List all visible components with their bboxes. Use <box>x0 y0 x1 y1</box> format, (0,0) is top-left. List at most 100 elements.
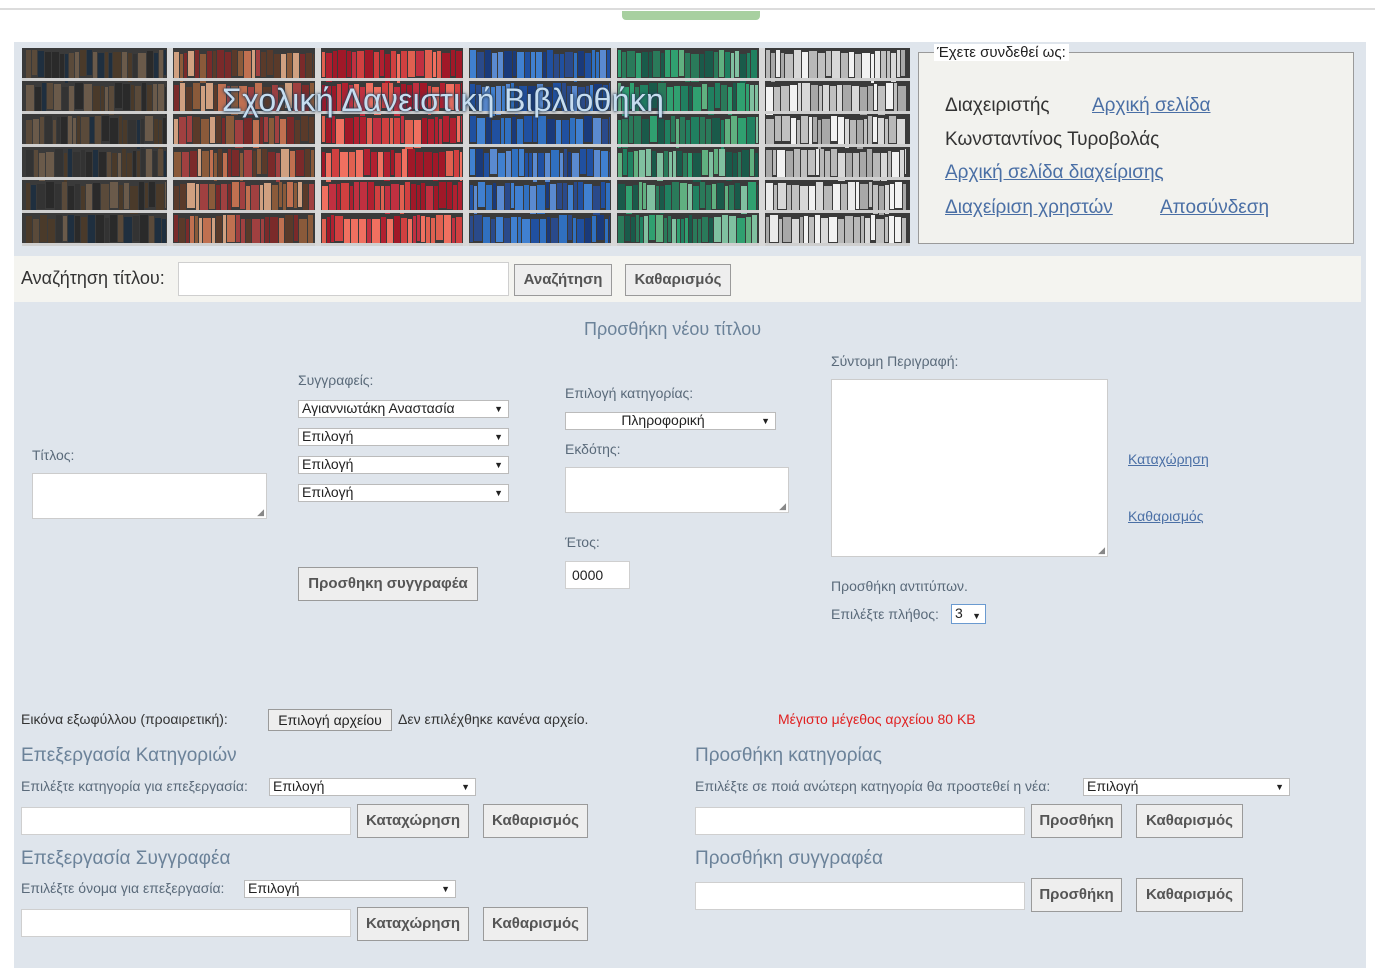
title-textarea[interactable]: ◢ <box>32 473 267 519</box>
resize-grip-icon: ◢ <box>1098 545 1105 555</box>
book-spine <box>187 183 195 208</box>
book-spine <box>90 117 94 143</box>
choose-file-button[interactable]: Επιλογή αρχείου <box>268 709 392 731</box>
book-spine <box>705 51 713 77</box>
edit-author-clear-button[interactable]: Καθαρισμός <box>483 907 588 941</box>
book-spine <box>853 153 859 180</box>
edit-author-select[interactable]: Επιλογή ▼ <box>244 880 456 898</box>
add-author-clear-button[interactable]: Καθαρισμός <box>1136 878 1243 912</box>
author-select-1[interactable]: Αγιαννιωτάκη Αναστασία ▼ <box>298 400 509 418</box>
book-spine <box>511 183 514 208</box>
book-spine <box>113 52 121 79</box>
book-spine <box>486 185 492 213</box>
book-spine <box>714 52 718 79</box>
book-spine <box>75 216 80 242</box>
copies-count-select[interactable]: 3 ▼ <box>951 604 986 624</box>
book-spine <box>188 51 194 76</box>
book-spine <box>562 120 569 145</box>
edit-author-input[interactable] <box>21 909 351 937</box>
book-spine <box>387 219 393 245</box>
user-management-link[interactable]: Διαχείριση χρηστών <box>945 197 1113 219</box>
new-author-input[interactable] <box>695 882 1025 910</box>
book-spine <box>40 117 44 146</box>
book-spine <box>293 53 299 78</box>
book-spine <box>147 51 153 79</box>
edit-category-submit-button[interactable]: Καταχώρηση <box>357 804 469 838</box>
author-select-value: Αγιαννιωτάκη Αναστασία <box>302 400 455 416</box>
book-spine <box>729 216 736 243</box>
search-input[interactable] <box>178 262 509 296</box>
book-spine <box>216 216 222 245</box>
book-spine <box>875 51 880 80</box>
clear-title-link[interactable]: Καθαρισμός <box>1128 508 1203 524</box>
book-spine <box>93 150 98 177</box>
book-spine <box>717 183 724 209</box>
search-button[interactable]: Αναζήτηση <box>514 264 612 296</box>
parent-category-select[interactable]: Επιλογή ▼ <box>1083 778 1290 796</box>
book-spine <box>854 217 860 246</box>
add-category-button[interactable]: Προσθήκη <box>1031 804 1122 838</box>
edit-category-input[interactable] <box>21 807 351 835</box>
book-spine <box>570 118 575 147</box>
book-spine <box>895 182 902 208</box>
book-spine <box>285 215 293 244</box>
year-input[interactable]: 0000 <box>565 561 630 589</box>
book-spine <box>525 153 528 178</box>
edit-category-clear-button[interactable]: Καθαρισμός <box>483 804 588 838</box>
book-spine <box>750 85 754 112</box>
book-spine <box>381 186 384 212</box>
add-author-button[interactable]: Προσθήκη <box>1031 878 1122 912</box>
book-spine <box>902 218 906 243</box>
book-spine <box>337 184 340 210</box>
book-spine <box>240 182 245 209</box>
book-spine <box>719 50 724 77</box>
author-select-2[interactable]: Επιλογή ▼ <box>298 428 509 446</box>
book-spine <box>444 215 451 244</box>
edit-author-submit-button[interactable]: Καταχώρηση <box>357 907 469 941</box>
book-spine <box>773 150 776 175</box>
add-category-clear-button[interactable]: Καθαρισμός <box>1136 804 1243 838</box>
book-spine <box>592 50 595 78</box>
book-spine <box>123 120 127 145</box>
book-spine <box>505 183 510 210</box>
home-link[interactable]: Αρχική σελίδα <box>1092 95 1211 117</box>
book-spine <box>774 185 777 210</box>
book-spine <box>145 183 148 208</box>
add-author-to-title-button[interactable]: Προσθηκη συγγραφέα <box>298 567 478 601</box>
book-spine <box>644 216 648 245</box>
description-textarea[interactable]: ◢ <box>831 379 1108 557</box>
edit-category-select[interactable]: Επιλογή ▼ <box>269 778 476 796</box>
book-spine <box>442 53 450 79</box>
author-select-3[interactable]: Επιλογή ▼ <box>298 456 509 474</box>
clear-search-button[interactable]: Καθαρισμός <box>625 264 731 296</box>
publisher-textarea[interactable]: ◢ <box>565 467 789 513</box>
author-select-4[interactable]: Επιλογή ▼ <box>298 484 509 502</box>
book-spine <box>568 215 572 240</box>
book-spine <box>149 182 155 207</box>
new-category-input[interactable] <box>695 807 1025 835</box>
book-spine <box>174 186 179 213</box>
book-spine <box>667 87 673 113</box>
book-spine <box>180 184 186 210</box>
book-spine <box>557 183 562 209</box>
book-spine <box>649 52 652 80</box>
book-spine <box>871 215 875 240</box>
book-spine <box>738 118 746 145</box>
category-select[interactable]: Πληροφορική ▼ <box>565 412 776 430</box>
book-spine <box>62 182 67 210</box>
book-spine <box>889 116 896 143</box>
book-spine <box>550 184 556 210</box>
admin-home-link[interactable]: Αρχική σελίδα διαχείρισης <box>945 162 1164 184</box>
book-spine <box>766 150 772 179</box>
book-spine <box>751 50 757 79</box>
book-spine <box>823 85 829 113</box>
book-spine <box>81 150 85 179</box>
book-spine <box>232 182 239 207</box>
book-spine <box>115 83 122 108</box>
logout-link[interactable]: Αποσύνδεση <box>1160 197 1269 219</box>
book-spine <box>345 118 353 146</box>
book-spine <box>646 149 651 176</box>
submit-title-link[interactable]: Καταχώρηση <box>1128 451 1209 467</box>
book-spine <box>122 149 126 178</box>
book-spine <box>55 149 63 176</box>
